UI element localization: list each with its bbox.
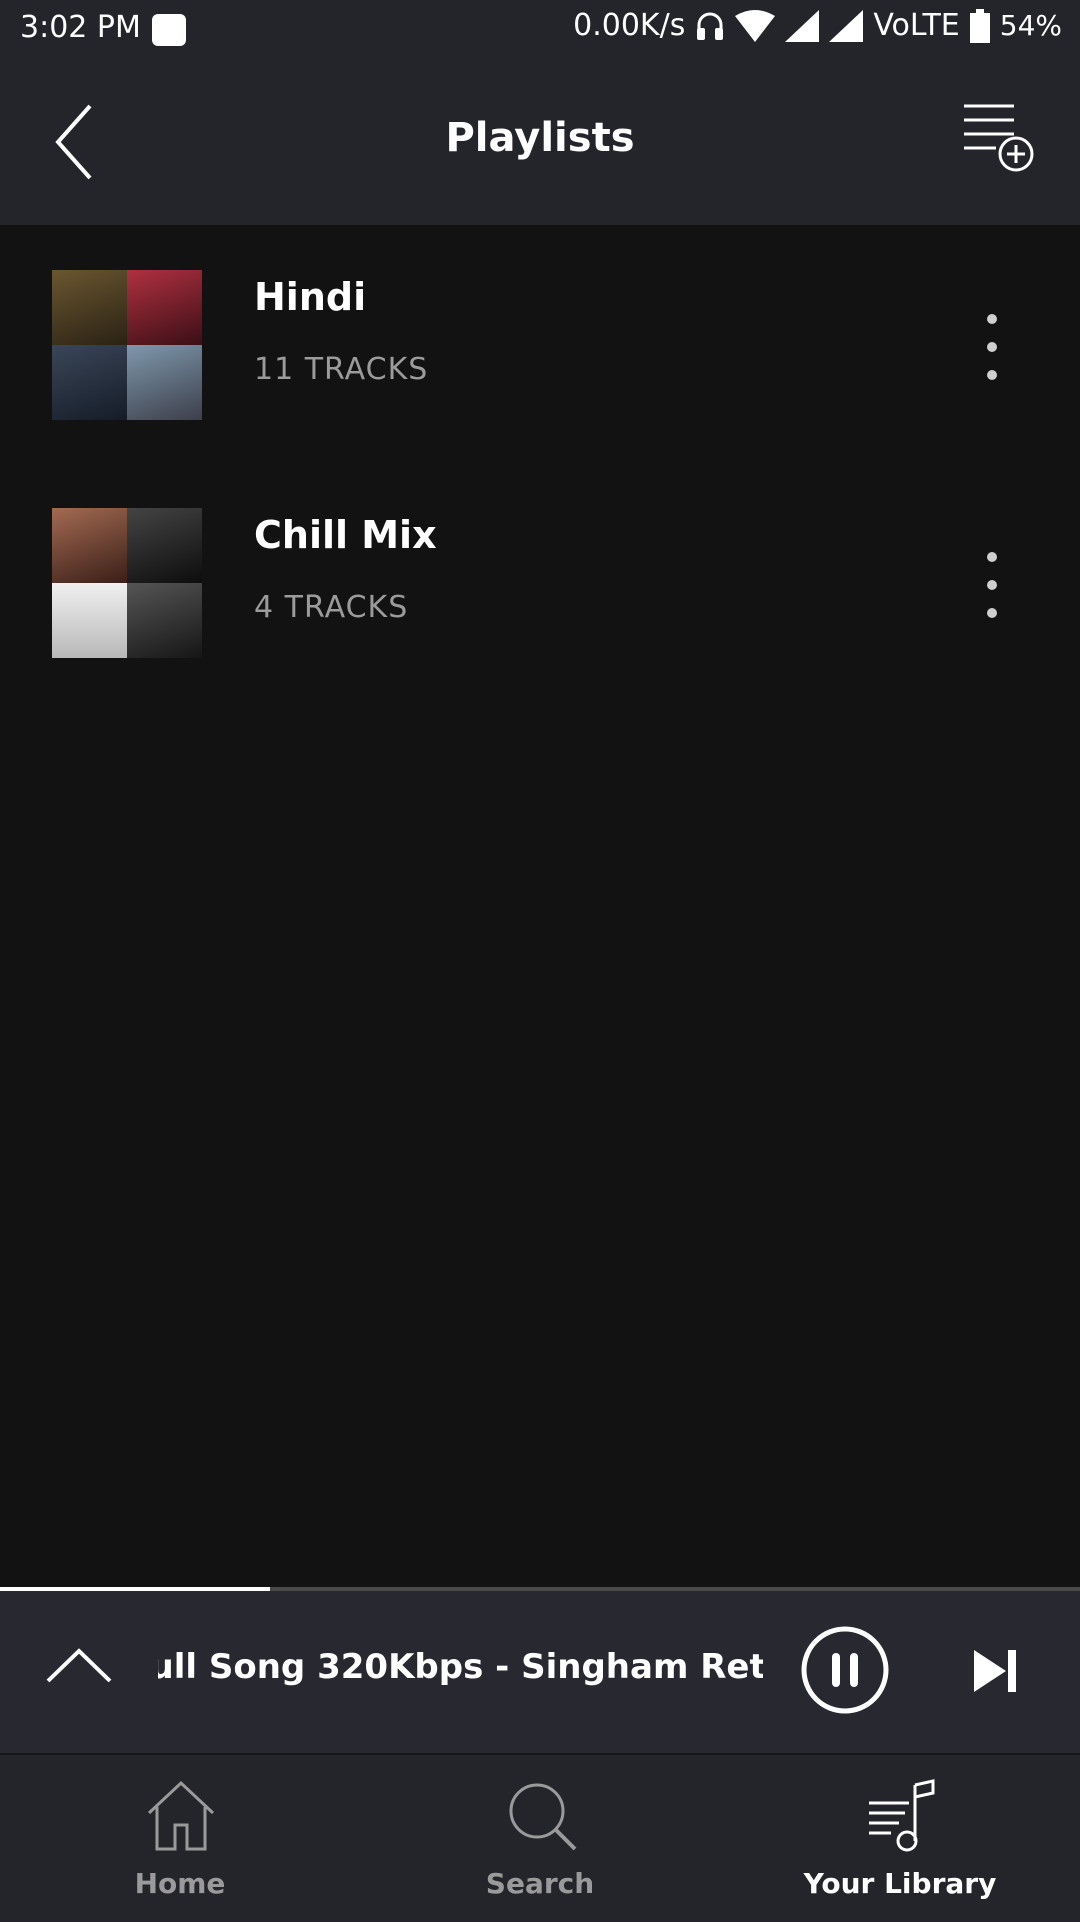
nav-your-library-label: Your Library bbox=[803, 1867, 997, 1900]
page-title: Playlists bbox=[445, 115, 635, 161]
playlist-name: Chill Mix bbox=[254, 513, 437, 557]
cover-tile bbox=[127, 345, 202, 420]
cover-tile bbox=[127, 583, 202, 658]
signal-icon-2 bbox=[829, 9, 864, 42]
more-options-button[interactable] bbox=[975, 310, 1009, 390]
battery-icon bbox=[969, 8, 990, 43]
status-bar: 3:02 PM 0.00K/s VoLTE 54% bbox=[0, 0, 1080, 60]
top-bar: Playlists bbox=[0, 60, 1080, 225]
notification-icon bbox=[152, 14, 186, 46]
expand-player-button[interactable] bbox=[44, 1641, 114, 1691]
chevron-up-icon bbox=[46, 1648, 112, 1683]
playlist-track-count: 4 TRACKS bbox=[254, 590, 409, 625]
cover-tile bbox=[52, 583, 127, 658]
playlist-cover bbox=[52, 508, 202, 658]
home-icon bbox=[147, 1780, 215, 1851]
more-dot bbox=[987, 552, 997, 562]
nav-search[interactable]: Search bbox=[360, 1755, 720, 1922]
now-playing-title: Full Song 320Kbps - Singham Returns bbox=[158, 1647, 763, 1687]
more-dot bbox=[987, 370, 997, 380]
cover-tile bbox=[52, 508, 127, 583]
bottom-navigation: Home Search Your Library bbox=[0, 1753, 1080, 1922]
pause-button[interactable] bbox=[800, 1625, 890, 1715]
nav-search-label: Search bbox=[485, 1867, 595, 1900]
playlist-row-chill-mix[interactable]: Chill Mix 4 TRACKS bbox=[0, 463, 1080, 663]
now-playing-bar[interactable]: Full Song 320Kbps - Singham Returns bbox=[0, 1591, 1080, 1753]
next-track-button[interactable] bbox=[970, 1646, 1020, 1696]
library-icon bbox=[869, 1779, 935, 1852]
more-dot bbox=[987, 342, 997, 352]
playlist-track-count: 11 TRACKS bbox=[254, 352, 429, 387]
cover-tile bbox=[127, 270, 202, 345]
cover-tile bbox=[52, 270, 127, 345]
network-type: VoLTE bbox=[873, 8, 960, 43]
signal-icon-1 bbox=[785, 9, 820, 42]
status-time: 3:02 PM bbox=[20, 10, 141, 45]
skip-next-icon bbox=[974, 1650, 1016, 1692]
cover-tile bbox=[52, 345, 127, 420]
headphones-icon bbox=[697, 12, 724, 40]
add-playlist-button[interactable] bbox=[960, 100, 1040, 180]
wifi-icon bbox=[735, 9, 776, 42]
status-right: 0.00K/s VoLTE 54% bbox=[573, 8, 1062, 43]
search-icon bbox=[509, 1783, 577, 1851]
playlist-row-hindi[interactable]: Hindi 11 TRACKS bbox=[0, 225, 1080, 425]
more-dot bbox=[987, 580, 997, 590]
nav-your-library[interactable]: Your Library bbox=[720, 1755, 1080, 1922]
nav-home-label: Home bbox=[134, 1867, 226, 1900]
playlist-name: Hindi bbox=[254, 275, 367, 319]
battery-percent: 54% bbox=[999, 9, 1062, 42]
net-speed: 0.00K/s bbox=[573, 8, 686, 43]
pause-icon bbox=[801, 1626, 889, 1714]
playlist-add-icon bbox=[964, 104, 1034, 172]
more-options-button[interactable] bbox=[975, 548, 1009, 628]
nav-home[interactable]: Home bbox=[0, 1755, 360, 1922]
now-playing-title-container: Full Song 320Kbps - Singham Returns bbox=[158, 1641, 763, 1701]
more-dot bbox=[987, 314, 997, 324]
playlist-cover bbox=[52, 270, 202, 420]
cover-tile bbox=[127, 508, 202, 583]
more-dot bbox=[987, 608, 997, 618]
